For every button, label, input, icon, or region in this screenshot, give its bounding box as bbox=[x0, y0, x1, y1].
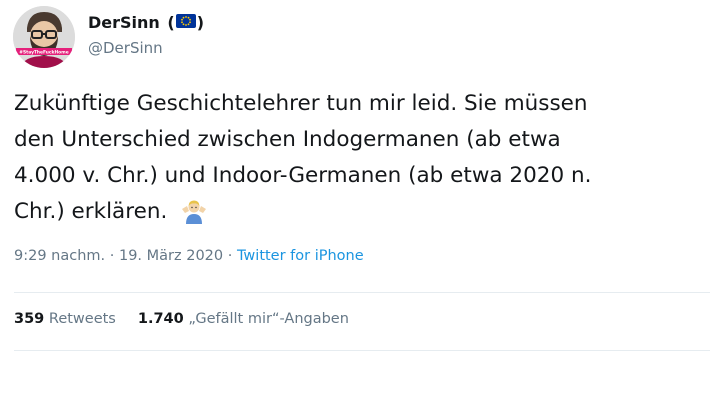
avatar-illustration: #StayTheFuckHome bbox=[13, 6, 75, 68]
tweet-text: Zukünftige Geschichtelehrer tun mir leid… bbox=[14, 86, 704, 236]
avatar[interactable]: #StayTheFuckHome bbox=[13, 6, 75, 68]
eu-flag-icon bbox=[175, 13, 196, 32]
tweet-source-link[interactable]: Twitter for iPhone bbox=[237, 248, 364, 264]
meta-separator: · bbox=[223, 248, 237, 264]
tweet-time[interactable]: 9:29 nachm. bbox=[14, 248, 105, 264]
tweet-date[interactable]: 19. März 2020 bbox=[119, 248, 223, 264]
tweet-text-line: den Unterschied zwischen Indogermanen (a… bbox=[14, 127, 561, 152]
flag-group: () bbox=[162, 13, 204, 32]
avatar-caption: #StayTheFuckHome bbox=[19, 50, 68, 56]
divider bbox=[14, 292, 710, 293]
likes-count: 1.740 bbox=[137, 311, 184, 327]
retweets-label: Retweets bbox=[44, 311, 116, 327]
tweet-text-line: 4.000 v. Chr.) und Indoor-Germanen (ab e… bbox=[14, 163, 592, 188]
tweet-text-line: Chr.) erklären. bbox=[14, 199, 168, 224]
display-name[interactable]: DerSinn () bbox=[88, 13, 204, 32]
meta-separator: · bbox=[105, 248, 119, 264]
flag-open-paren: ( bbox=[167, 13, 175, 32]
tweet-text-line: Zukünftige Geschichtelehrer tun mir leid… bbox=[14, 91, 588, 116]
tweet-stats: 359 Retweets 1.740 „Gefällt mir“-Angaben bbox=[14, 311, 349, 327]
retweets-stat[interactable]: 359 Retweets bbox=[14, 311, 116, 327]
divider bbox=[14, 350, 710, 351]
tweet-text-last-line: Chr.) erklären. bbox=[14, 194, 704, 236]
likes-stat[interactable]: 1.740 „Gefällt mir“-Angaben bbox=[138, 311, 349, 327]
likes-label: „Gefällt mir“-Angaben bbox=[183, 311, 349, 327]
flag-close-paren: ) bbox=[196, 13, 205, 32]
user-handle[interactable]: @DerSinn bbox=[88, 39, 163, 57]
retweets-count: 359 bbox=[14, 311, 45, 327]
tweet-meta: 9:29 nachm. · 19. März 2020 · Twitter fo… bbox=[14, 248, 364, 264]
man-shrugging-emoji-icon bbox=[181, 198, 207, 236]
tweet-card: #StayTheFuckHome DerSinn () @DerSinn Zu… bbox=[0, 0, 720, 405]
display-name-text: DerSinn bbox=[88, 13, 160, 32]
